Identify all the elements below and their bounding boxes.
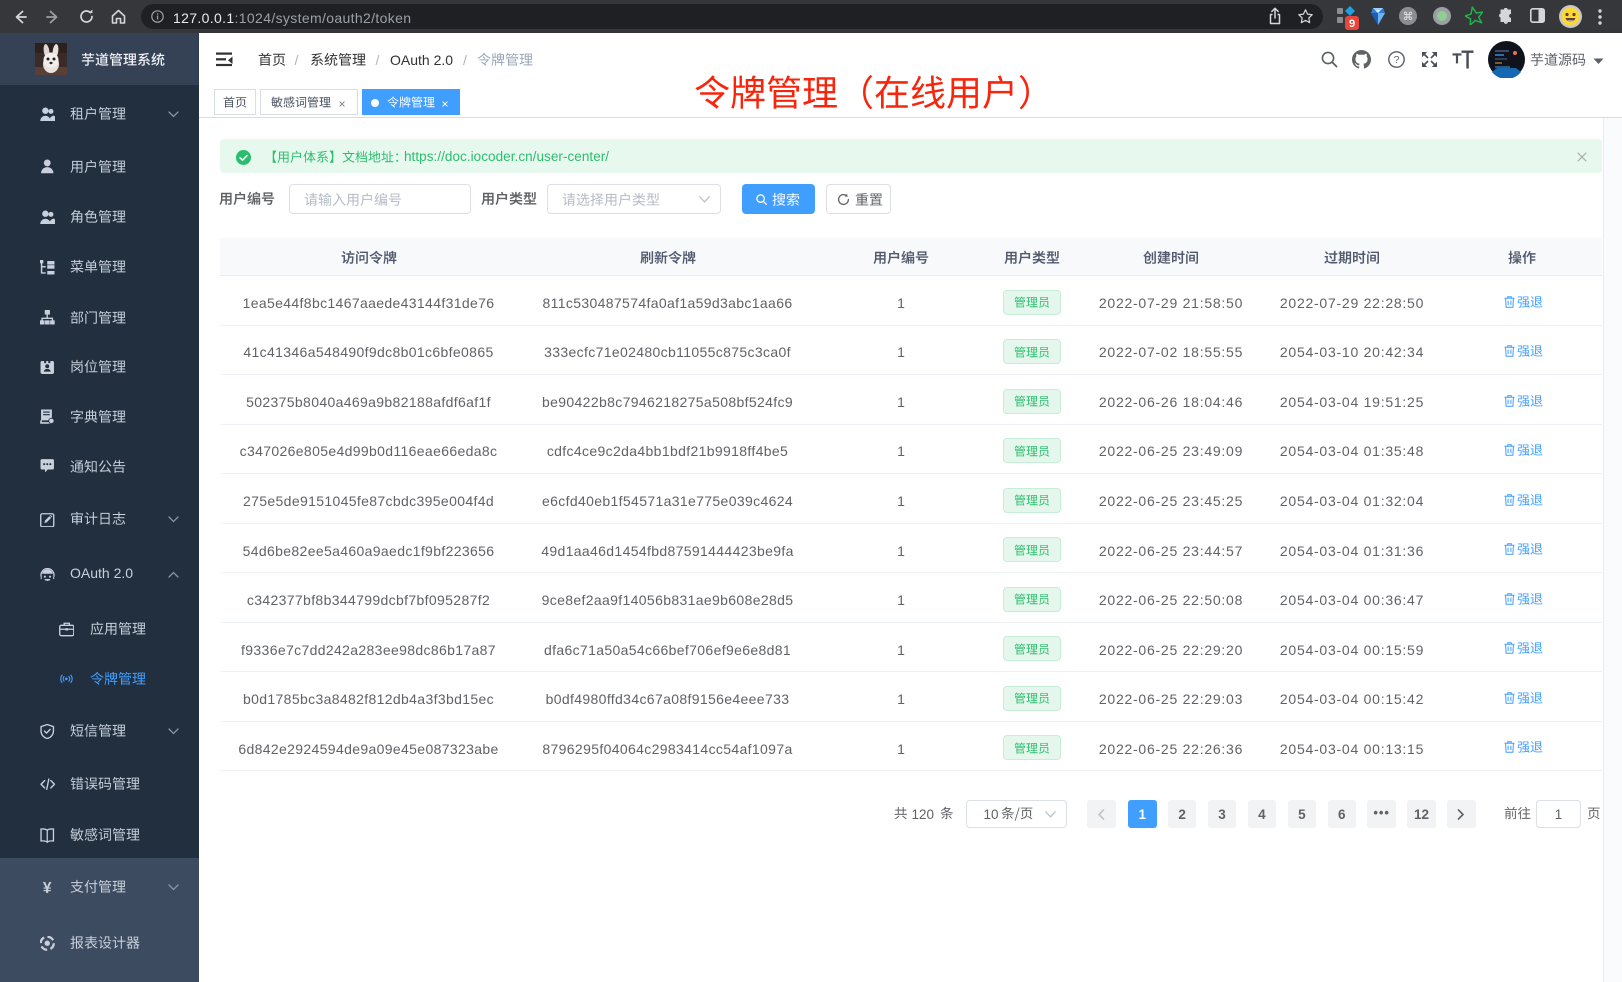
svg-text:9: 9 xyxy=(1349,18,1355,30)
svg-text:⌘: ⌘ xyxy=(1403,11,1414,23)
svg-text:¥: ¥ xyxy=(43,880,52,895)
svg-text:?: ? xyxy=(1394,54,1400,66)
